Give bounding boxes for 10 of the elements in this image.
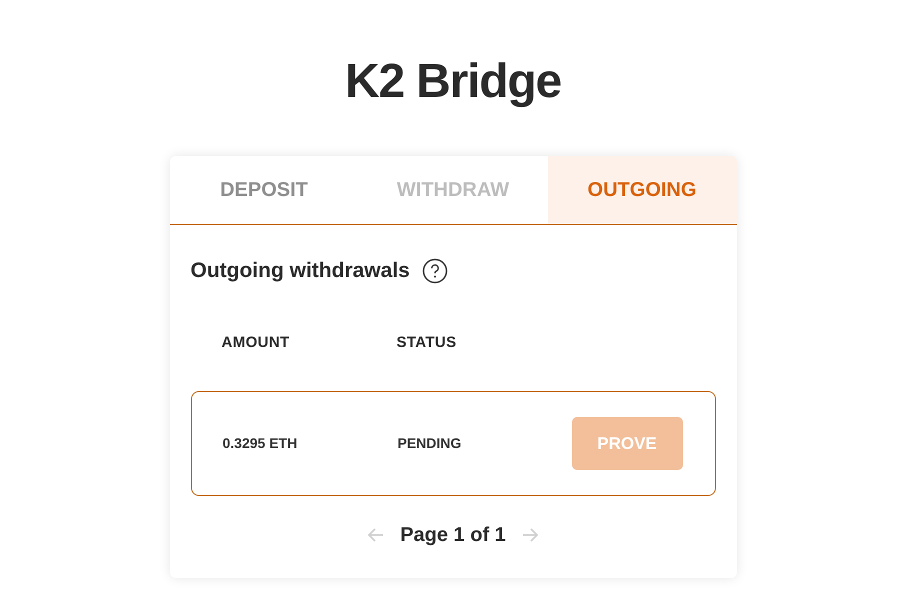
column-header: AMOUNT (222, 332, 291, 352)
tab[interactable]: DEPOSIT (170, 156, 358, 224)
page-title: K2 Bridge (345, 54, 561, 110)
section-heading: Outgoing withdrawals (190, 258, 410, 284)
amount-text: 0.3295 ETH (222, 434, 298, 453)
column-header: STATUS (396, 332, 458, 352)
status-text: PENDING (398, 434, 462, 453)
help-icon[interactable] (422, 258, 448, 284)
tab[interactable]: OUTGOING (548, 156, 736, 224)
page-indicator: Page 1 of 1 (400, 523, 506, 548)
